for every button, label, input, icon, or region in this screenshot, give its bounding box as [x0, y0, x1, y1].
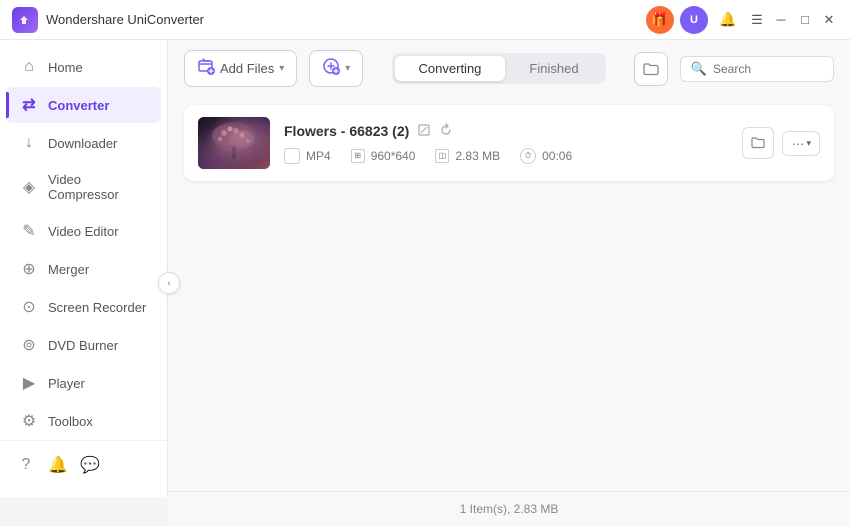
- close-button[interactable]: ✕: [820, 11, 838, 29]
- sidebar-item-downloader-label: Downloader: [48, 136, 117, 151]
- file-meta-row: MP4 ⊞ 960*640 ◫ 2.83 MB ⏱ 00:06: [284, 148, 728, 164]
- add-files-chevron: ▾: [279, 63, 284, 74]
- sidebar-item-merger-label: Merger: [48, 262, 89, 277]
- bell-button[interactable]: 🔔: [714, 6, 742, 34]
- search-input[interactable]: [713, 62, 823, 76]
- refresh-icon[interactable]: [439, 123, 453, 140]
- toolbar: Add Files ▾ ▾ Converting Finishe: [168, 40, 850, 97]
- sidebar-item-toolbox[interactable]: ⚙ Toolbox: [6, 403, 161, 439]
- sidebar-item-video-compressor-label: Video Compressor: [48, 172, 147, 202]
- toolbox-icon: ⚙: [20, 412, 38, 430]
- search-box: 🔍: [680, 56, 834, 82]
- sidebar: ⌂ Home ⇄ Converter ↓ Downloader ◈ Video …: [0, 40, 168, 497]
- sidebar-collapse-toggle[interactable]: ‹: [158, 272, 180, 294]
- sidebar-item-video-compressor[interactable]: ◈ Video Compressor: [6, 163, 161, 211]
- file-size: ◫ 2.83 MB: [435, 149, 500, 163]
- downloader-icon: ↓: [20, 134, 38, 152]
- file-resolution: ⊞ 960*640: [351, 149, 416, 163]
- converter-icon: ⇄: [20, 96, 38, 114]
- more-actions-button[interactable]: ··· ▾: [782, 131, 820, 156]
- add-files-icon: [197, 57, 215, 80]
- sidebar-item-screen-recorder-label: Screen Recorder: [48, 300, 146, 315]
- sidebar-item-home-label: Home: [48, 60, 83, 75]
- add-vr-icon: [322, 57, 340, 80]
- sidebar-item-dvd-burner[interactable]: ⊚ DVD Burner: [6, 327, 161, 363]
- file-duration: ⏱ 00:06: [520, 148, 572, 164]
- file-duration-label: 00:06: [542, 149, 572, 163]
- sidebar-item-video-editor-label: Video Editor: [48, 224, 119, 239]
- file-thumbnail: [198, 117, 270, 169]
- maximize-button[interactable]: □: [796, 11, 814, 29]
- open-folder-button[interactable]: [742, 127, 774, 159]
- app-body: ⌂ Home ⇄ Converter ↓ Downloader ◈ Video …: [0, 40, 850, 526]
- tab-converting[interactable]: Converting: [395, 56, 506, 81]
- file-actions: ··· ▾: [742, 127, 820, 159]
- tab-finished[interactable]: Finished: [505, 56, 602, 81]
- add-vr-button[interactable]: ▾: [309, 50, 363, 87]
- gift-button[interactable]: 🎁: [646, 6, 674, 34]
- status-bar: 1 Item(s), 2.83 MB: [168, 491, 850, 526]
- player-icon: ▶: [20, 374, 38, 392]
- help-icon[interactable]: ?: [14, 453, 38, 477]
- status-text: 1 Item(s), 2.83 MB: [460, 502, 559, 516]
- file-info: Flowers - 66823 (2): [284, 123, 728, 164]
- screen-recorder-icon: ⊙: [20, 298, 38, 316]
- sidebar-item-video-editor[interactable]: ✎ Video Editor: [6, 213, 161, 249]
- dvd-burner-icon: ⊚: [20, 336, 38, 354]
- file-name-row: Flowers - 66823 (2): [284, 123, 728, 140]
- sidebar-item-home[interactable]: ⌂ Home: [6, 49, 161, 85]
- feedback-icon[interactable]: 💬: [78, 453, 102, 477]
- file-name: Flowers - 66823 (2): [284, 123, 409, 139]
- collapse-icon: ‹: [167, 278, 170, 289]
- merger-icon: ⊕: [20, 260, 38, 278]
- sidebar-bottom: ? 🔔 💬: [0, 440, 167, 489]
- size-icon: ◫: [435, 149, 449, 163]
- duration-icon: ⏱: [520, 148, 536, 164]
- file-resolution-label: 960*640: [371, 149, 416, 163]
- output-folder-button[interactable]: [634, 52, 668, 86]
- sidebar-wrapper: ⌂ Home ⇄ Converter ↓ Downloader ◈ Video …: [0, 40, 168, 526]
- notification-icon[interactable]: 🔔: [46, 453, 70, 477]
- edit-filename-icon[interactable]: [417, 123, 431, 140]
- main-content: Add Files ▾ ▾ Converting Finishe: [168, 40, 850, 526]
- tab-switcher: Converting Finished: [392, 53, 606, 84]
- user-button[interactable]: U: [680, 6, 708, 34]
- video-editor-icon: ✎: [20, 222, 38, 240]
- resolution-icon: ⊞: [351, 149, 365, 163]
- sidebar-item-converter-label: Converter: [48, 98, 109, 113]
- sidebar-item-screen-recorder[interactable]: ⊙ Screen Recorder: [6, 289, 161, 325]
- home-icon: ⌂: [20, 58, 38, 76]
- search-icon: 🔍: [691, 61, 707, 77]
- add-vr-chevron: ▾: [345, 63, 350, 74]
- minimize-button[interactable]: ─: [772, 11, 790, 29]
- file-format: MP4: [284, 148, 331, 164]
- add-files-button[interactable]: Add Files ▾: [184, 50, 297, 87]
- titlebar-controls: 🎁 U 🔔 ☰ ─ □ ✕: [646, 6, 838, 34]
- sidebar-item-player[interactable]: ▶ Player: [6, 365, 161, 401]
- format-icon: [284, 148, 300, 164]
- sidebar-item-merger[interactable]: ⊕ Merger: [6, 251, 161, 287]
- active-indicator: [6, 92, 9, 118]
- titlebar: Wondershare UniConverter 🎁 U 🔔 ☰ ─ □ ✕: [0, 0, 850, 40]
- more-dots-icon: ···: [791, 136, 804, 151]
- file-item: Flowers - 66823 (2): [184, 105, 834, 181]
- sidebar-item-dvd-burner-label: DVD Burner: [48, 338, 118, 353]
- sidebar-item-downloader[interactable]: ↓ Downloader: [6, 125, 161, 161]
- sidebar-item-toolbox-label: Toolbox: [48, 414, 93, 429]
- app-name: Wondershare UniConverter: [46, 12, 646, 27]
- file-size-label: 2.83 MB: [455, 149, 500, 163]
- file-list: Flowers - 66823 (2): [168, 97, 850, 491]
- sidebar-item-player-label: Player: [48, 376, 85, 391]
- menu-button[interactable]: ☰: [748, 11, 766, 29]
- file-thumbnail-image: [198, 117, 270, 169]
- sidebar-item-converter[interactable]: ⇄ Converter: [6, 87, 161, 123]
- video-compressor-icon: ◈: [20, 178, 38, 196]
- app-logo: [12, 7, 38, 33]
- more-chevron-icon: ▾: [806, 138, 811, 149]
- add-files-label: Add Files: [220, 61, 274, 76]
- file-format-label: MP4: [306, 149, 331, 163]
